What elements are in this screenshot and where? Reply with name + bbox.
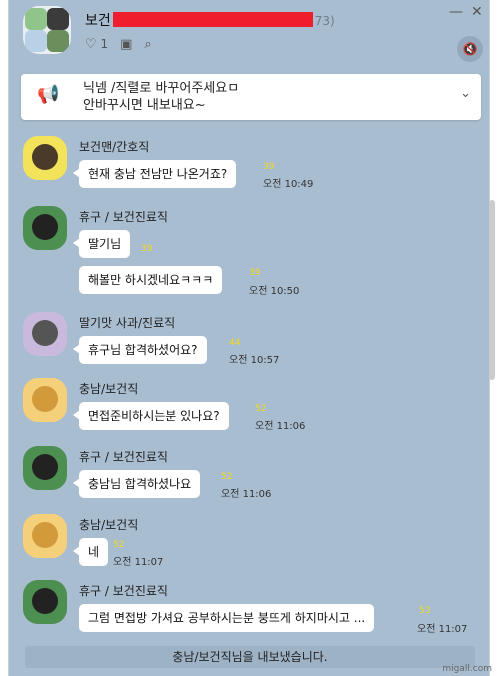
redaction-bar <box>112 12 313 27</box>
unread-count: 52 <box>113 540 125 550</box>
avatar[interactable] <box>23 312 67 356</box>
timestamp: 오전 10:57 <box>229 355 280 366</box>
timestamp: 오전 10:49 <box>263 179 314 190</box>
message-bubble[interactable]: 네 <box>72 538 109 566</box>
unread-count: 39 <box>263 162 275 172</box>
chat-title-text: 보건 <box>85 13 111 29</box>
unread-count: 52 <box>255 404 267 414</box>
mute-icon[interactable]: 🔇 <box>457 36 483 62</box>
avatar[interactable] <box>23 446 67 490</box>
sender-name: 딸기맛 사과/진료직 <box>79 316 176 330</box>
chat-toolbar: ♡ 1 ▣ ⌕ <box>85 37 152 52</box>
system-message: 충남/보건직님을 내보냈습니다. <box>25 646 475 668</box>
timestamp: 오전 10:50 <box>249 286 300 297</box>
unread-count: 39 <box>249 268 261 278</box>
avatar[interactable] <box>23 514 67 558</box>
timestamp: 오전 11:07 <box>417 624 468 635</box>
scrollbar[interactable] <box>489 200 495 380</box>
minimize-icon[interactable]: — <box>449 4 463 20</box>
timestamp: 오전 11:06 <box>221 489 272 500</box>
close-icon[interactable]: ✕ <box>471 4 483 20</box>
message-bubble[interactable]: 휴구님 합격하셨어요? <box>73 336 207 364</box>
chevron-down-icon[interactable]: ⌄ <box>460 86 471 101</box>
message-bubble[interactable]: 해볼만 하시겠네요ㅋㅋㅋ <box>79 266 223 294</box>
unread-count: 44 <box>229 338 241 348</box>
chat-header: 보건 73) ♡ 1 ▣ ⌕ — ✕ 🔇 <box>9 0 489 64</box>
member-count: 73) <box>314 14 335 28</box>
timestamp: 오전 11:06 <box>255 421 306 432</box>
album-icon[interactable]: ▣ <box>120 37 132 52</box>
group-avatar[interactable] <box>23 6 71 54</box>
megaphone-icon: 📢 <box>37 84 60 105</box>
notice-text: 닉넴 /직렬로 바꾸어주세요ㅁ 안바꾸시면 내보내요~ <box>83 80 239 114</box>
notice-line2: 안바꾸시면 내보내요~ <box>83 98 206 113</box>
message-bubble[interactable]: 그럼 면접방 가셔요 공부하시는분 붕뜨게 하지마시고 ... <box>79 604 375 632</box>
timestamp: 오전 11:07 <box>113 557 164 568</box>
avatar[interactable] <box>23 136 67 180</box>
unread-count: 39 <box>141 244 153 254</box>
message-bubble[interactable]: 현재 충남 전남만 나온거죠? <box>72 160 237 188</box>
chat-window: 보건 73) ♡ 1 ▣ ⌕ — ✕ 🔇 📢 닉넴 /직렬로 바꾸어주세요ㅁ 안바… <box>8 0 490 676</box>
watermark: migall.com <box>442 664 492 674</box>
unread-count: 52 <box>221 472 233 482</box>
sender-name: 휴구 / 보건진료직 <box>79 584 168 598</box>
sender-name: 보건맨/간호직 <box>79 140 150 154</box>
avatar[interactable] <box>23 580 67 624</box>
sender-name: 충남/보건직 <box>79 382 139 396</box>
like-count: 1 <box>100 37 109 51</box>
search-icon[interactable]: ⌕ <box>144 37 151 52</box>
message-bubble[interactable]: 충남님 합격하셨나요 <box>72 470 201 498</box>
avatar[interactable] <box>23 378 67 422</box>
sender-name: 휴구 / 보건진료직 <box>79 210 168 224</box>
notice-line1: 닉넴 /직렬로 바꾸어주세요ㅁ <box>83 81 240 96</box>
chat-title: 보건 73) <box>85 10 335 30</box>
unread-count: 53 <box>419 606 431 616</box>
notice-banner[interactable]: 📢 닉넴 /직렬로 바꾸어주세요ㅁ 안바꾸시면 내보내요~ ⌄ <box>21 74 481 120</box>
like-button[interactable]: ♡ 1 <box>85 37 108 52</box>
avatar[interactable] <box>23 206 67 250</box>
heart-icon: ♡ <box>85 37 97 52</box>
message-bubble[interactable]: 딸기님 <box>72 230 131 258</box>
message-bubble[interactable]: 면접준비하시는분 있나요? <box>73 402 229 430</box>
sender-name: 충남/보건직 <box>79 518 139 532</box>
sender-name: 휴구 / 보건진료직 <box>79 450 168 464</box>
